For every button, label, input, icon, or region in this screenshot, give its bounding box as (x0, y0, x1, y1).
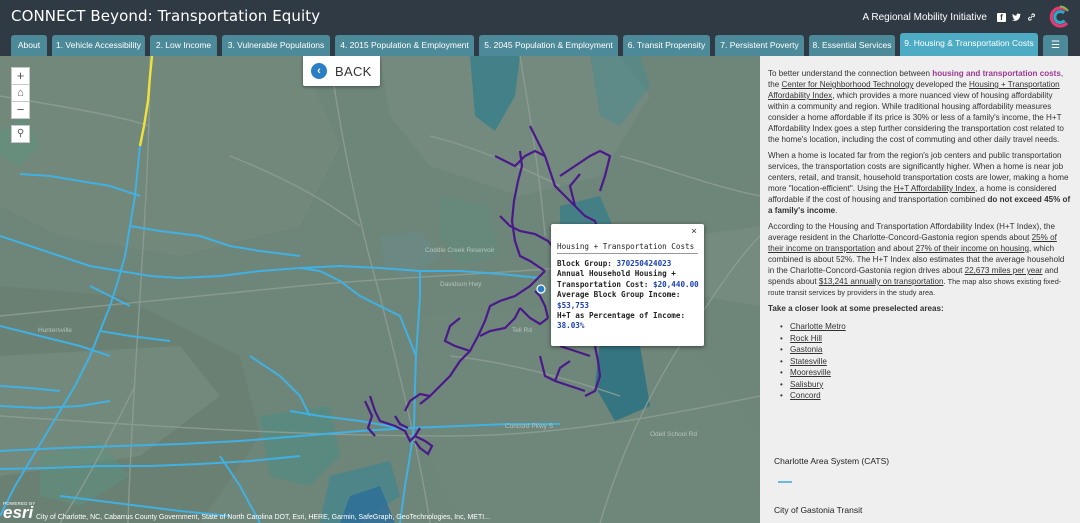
link-cnt[interactable]: Center for Neighborhood Technology (782, 80, 914, 89)
zoom-out-button[interactable]: − (11, 101, 30, 119)
link-annual-transport[interactable]: $13,241 annually on transportation (819, 277, 944, 286)
feature-popup: × Housing + Transportation Costs Block G… (551, 224, 704, 346)
map-label-concord-pkwy: Concord Pkwy S (505, 423, 554, 430)
highlight-housing-transportation: housing and transportation costs (932, 69, 1061, 78)
tab-vehicle-accessibility[interactable]: 1. Vehicle Accessibility (52, 35, 145, 56)
legend-gastonia-title: City of Gastonia Transit (774, 505, 863, 515)
chevron-left-icon: ‹ (311, 63, 327, 79)
info-panel-content: To better understand the connection betw… (768, 68, 1072, 402)
twitter-icon[interactable] (1012, 13, 1021, 22)
tab-bar: About 1. Vehicle Accessibility 2. Low In… (0, 33, 1080, 56)
closer-look-heading: Take a closer look at some preselected a… (768, 304, 944, 313)
list-item[interactable]: Gastonia (780, 344, 1072, 356)
search-icon[interactable]: ⚲ (11, 125, 30, 143)
popup-body: Block Group: 370250424023 Annual Househo… (557, 259, 702, 332)
menu-list-icon[interactable]: ☰ (1043, 35, 1068, 56)
map-label-coddle-creek: Coddle Creek Reservoir (425, 247, 495, 254)
area-mooresville[interactable]: Mooresville (790, 368, 831, 377)
p3-text-a: According to the Housing and Transportat… (768, 222, 1055, 242)
tab-persistent-poverty[interactable]: 7. Persistent Poverty (715, 35, 804, 56)
map-view[interactable]: Huntersville Davidson Hwy Coddle Creek R… (0, 56, 760, 523)
connect-logo-icon (1048, 5, 1072, 29)
list-item[interactable]: Charlotte Metro (780, 321, 1072, 333)
tab-2045-population-employment[interactable]: 5. 2045 Population & Employment (479, 35, 618, 56)
app-header: CONNECT Beyond: Transportation Equity A … (0, 0, 1080, 33)
paragraph-intro: To better understand the connection betw… (768, 68, 1072, 145)
p2-text-c: . (835, 206, 838, 215)
paragraph-location: When a home is located far from the regi… (768, 150, 1072, 216)
esri-logo: POWERED BY esri (3, 501, 36, 522)
area-statesville[interactable]: Statesville (790, 357, 827, 366)
popup-avg-income-label: Average Block Group Income: (557, 290, 681, 300)
link-miles[interactable]: 22,673 miles per year (965, 266, 1043, 275)
popup-ht-pct-value: 38.03% (557, 321, 585, 331)
tab-housing-transportation-costs[interactable]: 9. Housing & Transportation Costs (900, 33, 1038, 56)
back-button-label: BACK (335, 63, 372, 79)
p1-text-a: To better understand the connection betw… (768, 69, 933, 78)
map-attribution: City of Charlotte, NC, Cabarrus County G… (36, 514, 491, 521)
p3-text-b: and about (875, 244, 916, 253)
area-rock-hill[interactable]: Rock Hill (790, 334, 822, 343)
map-label-davidson-hwy: Davidson Hwy (440, 281, 482, 288)
popup-divider (557, 253, 698, 254)
tab-vulnerable-populations[interactable]: 3. Vulnerable Populations (222, 35, 330, 56)
p1-text-c: developed the (913, 80, 970, 89)
paragraph-stats: According to the Housing and Transportat… (768, 221, 1072, 298)
list-item[interactable]: Rock Hill (780, 333, 1072, 345)
area-charlotte-metro[interactable]: Charlotte Metro (790, 322, 846, 331)
info-panel: To better understand the connection betw… (760, 56, 1080, 523)
tab-transit-propensity[interactable]: 6. Transit Propensity (623, 35, 710, 56)
header-right: A Regional Mobility Initiative f (862, 4, 1072, 30)
area-gastonia[interactable]: Gastonia (790, 345, 822, 354)
popup-block-group-value: 370250424023 (616, 259, 672, 268)
popup-avg-income-value: $53,753 (557, 300, 590, 310)
popup-annual-cost-value: $20,440.00 (653, 279, 699, 289)
popup-ht-pct-label: H+T as Percentage of Income: (557, 311, 686, 321)
app-subtitle: A Regional Mobility Initiative (862, 11, 987, 23)
zoom-in-button[interactable]: + (11, 67, 30, 85)
list-item[interactable]: Concord (780, 390, 1072, 402)
popup-block-group-label: Block Group: (557, 259, 612, 268)
esri-wordmark: esri (3, 503, 34, 522)
map-label-tell-rd: Tell Rd (512, 327, 532, 334)
link-ht-affordability[interactable]: H+T Affordability Index (894, 184, 975, 193)
list-item[interactable]: Statesville (780, 356, 1072, 368)
facebook-icon[interactable]: f (997, 12, 1006, 22)
preselected-areas-list: Charlotte Metro Rock Hill Gastonia State… (780, 321, 1072, 402)
back-button[interactable]: ‹ BACK (303, 56, 380, 86)
link-housing-pct[interactable]: 27% of their income on housing (916, 244, 1029, 253)
close-icon[interactable]: × (691, 226, 697, 237)
tab-about[interactable]: About (11, 35, 47, 56)
area-salisbury[interactable]: Salisbury (790, 380, 823, 389)
app-title: CONNECT Beyond: Transportation Equity (11, 7, 321, 25)
list-item[interactable]: Salisbury (780, 379, 1072, 391)
legend-cats-swatch (778, 481, 792, 483)
legend-cats-title: Charlotte Area System (CATS) (774, 456, 890, 466)
popup-title: Housing + Transportation Costs (557, 242, 695, 251)
map-label-huntersville: Huntersville (38, 327, 72, 334)
tab-2015-population-employment[interactable]: 4. 2015 Population & Employment (335, 35, 474, 56)
link-icon[interactable] (1027, 13, 1036, 22)
home-icon[interactable]: ⌂ (11, 84, 30, 102)
list-item[interactable]: Mooresville (780, 367, 1072, 379)
tab-essential-services[interactable]: 8. Essential Services (809, 35, 895, 56)
area-concord[interactable]: Concord (790, 391, 821, 400)
tab-low-income[interactable]: 2. Low Income (150, 35, 217, 56)
map-label-odell-school-rd: Odell School Rd (650, 431, 697, 438)
